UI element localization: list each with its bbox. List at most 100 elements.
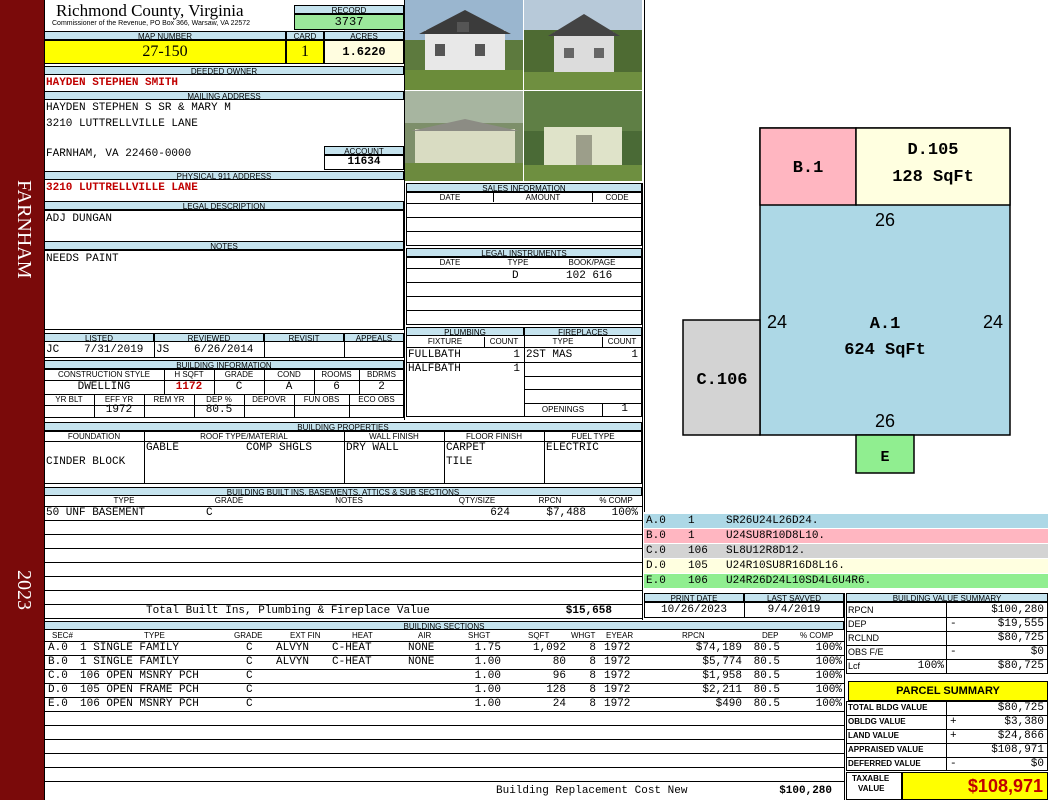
section-row-5-rpcn: $490 xyxy=(715,698,742,710)
acres-value: 1.6220 xyxy=(324,40,404,64)
vector-sec: A.0 xyxy=(646,515,666,527)
legal-description-label: LEGAL DESCRIPTION xyxy=(44,201,404,210)
listed-label: LISTED xyxy=(44,333,154,342)
bv-obs-sign: - xyxy=(950,646,957,658)
openings-value: 1 xyxy=(621,403,628,415)
section-row-2-type: 1 SINGLE FAMILY xyxy=(80,656,180,668)
card-number: 1 xyxy=(286,40,324,64)
section-row-4-rpcn: $2,211 xyxy=(702,684,742,696)
section-row-4-sqft: 128 xyxy=(546,684,566,696)
sketch-c-label: C.106 xyxy=(696,371,747,390)
builtins-col-qty: QTY/SIZE xyxy=(458,496,496,505)
listed-by: JC xyxy=(46,344,60,356)
plumbing-title: PLUMBING xyxy=(406,327,524,336)
bv-rpcn-label: RPCN xyxy=(848,605,874,615)
section-row-1-eyear: 1972 xyxy=(604,642,631,654)
listed-date: 7/31/2019 xyxy=(84,344,144,356)
bv-dep-label: DEP xyxy=(848,619,867,629)
sketch-dim-right: 24 xyxy=(983,312,1003,332)
sections-col-air: AIR xyxy=(418,631,432,640)
section-row-3-whgt: 8 xyxy=(589,670,596,682)
plumb-row-1-fixture: FULLBATH xyxy=(408,349,461,361)
sections-col-grade: GRADE xyxy=(234,631,263,640)
physical-address-label: PHYSICAL 911 ADDRESS xyxy=(44,171,404,180)
builtins-title: BUILDING BUILT INS, BASEMENTS, ATTICS & … xyxy=(44,487,642,496)
vector-row: A.0 1 SR26U24L26D24. xyxy=(644,514,1048,529)
sketch-d-area: 128 SqFt xyxy=(892,168,974,187)
replacement-value: $100,280 xyxy=(779,785,832,797)
plumb-row-2-count: 1 xyxy=(513,363,520,375)
vector-sec: C.0 xyxy=(646,545,666,557)
bv-rclnd: $80,725 xyxy=(997,632,1044,644)
reviewed-date: 6/26/2014 xyxy=(194,344,254,356)
builtins-col-type: TYPE xyxy=(113,496,135,505)
house-photo-front xyxy=(405,0,523,90)
ps-deferred-sign: - xyxy=(950,758,957,770)
section-row-2-comp: 100% xyxy=(815,656,842,668)
section-row-3-grade: C xyxy=(246,670,253,682)
building-info-title: BUILDING INFORMATION xyxy=(44,360,404,369)
vector-code: 106 xyxy=(688,575,708,587)
reviewed-by: JS xyxy=(156,344,170,356)
notes-label: NOTES xyxy=(44,241,404,250)
bi-col-bdrms: BDRMS xyxy=(367,370,396,379)
section-row-3-rpcn: $1,958 xyxy=(702,670,742,682)
plumb-row-2-fixture: HALFBATH xyxy=(408,363,461,375)
bv-rpcn: $100,280 xyxy=(991,604,1044,616)
prop-fuel: ELECTRIC xyxy=(546,442,599,454)
vector-vec: U24R10SU8R16D8L16. xyxy=(726,560,845,572)
bi-col-yrblt: YR BLT xyxy=(55,395,83,404)
sections-col-comp: % COMP xyxy=(800,631,834,640)
builtins-col-notes: NOTES xyxy=(335,496,363,505)
commissioner-line: Commissioner of the Revenue, PO Box 366,… xyxy=(52,20,251,27)
li-row-book: 102 616 xyxy=(566,270,613,282)
sections-col-dep: DEP xyxy=(762,631,779,640)
prop-floor-2: TILE xyxy=(446,456,473,468)
revisit-label: REVISIT xyxy=(264,333,344,342)
section-row-4-comp: 100% xyxy=(815,684,842,696)
fire-col-type: TYPE xyxy=(552,337,574,346)
sketch-dim-left: 24 xyxy=(767,312,787,332)
ps-obldg-sign: + xyxy=(950,716,957,728)
sketch-b-label: B.1 xyxy=(793,159,824,178)
record-value: 3737 xyxy=(294,14,404,30)
sections-col-shgt: SHGT xyxy=(468,631,491,640)
section-row-1-type: 1 SINGLE FAMILY xyxy=(80,642,180,654)
builtins-total-label: Total Built Ins, Plumbing & Fireplace Va… xyxy=(146,605,430,617)
section-row-5-eyear: 1972 xyxy=(604,698,631,710)
print-date-label: PRINT DATE xyxy=(644,593,744,602)
vector-code: 1 xyxy=(688,515,695,527)
section-row-3-eyear: 1972 xyxy=(604,670,631,682)
fire-row-count: 1 xyxy=(631,349,638,361)
section-row-2-dep: 80.5 xyxy=(753,656,780,668)
legal-description: ADJ DUNGAN xyxy=(46,213,113,225)
section-d-shape xyxy=(855,127,1011,206)
section-row-4-eyear: 1972 xyxy=(604,684,631,696)
properties-title: BUILDING PROPERTIES xyxy=(44,422,642,431)
ps-land: $24,866 xyxy=(997,730,1044,742)
vector-row: B.0 1 U24SU8R10D8L10. xyxy=(644,529,1048,544)
section-row-5-whgt: 8 xyxy=(589,698,596,710)
bv-lcf-label: Lcf xyxy=(848,661,861,671)
bi-effyr: 1972 xyxy=(105,404,133,416)
li-col-type: TYPE xyxy=(507,258,529,267)
map-number-label: MAP NUMBER xyxy=(44,31,286,40)
li-col-book: BOOK/PAGE xyxy=(568,258,616,267)
vector-vec: SL8U12R8D12. xyxy=(726,545,806,557)
builtins-col-comp: % COMP xyxy=(599,496,633,505)
sections-col-whgt: WHGT xyxy=(571,631,596,640)
ps-land-label: LAND VALUE xyxy=(848,731,899,740)
sidebar-location: FARNHAM xyxy=(13,180,35,279)
taxable-label-2: VALUE xyxy=(858,784,885,793)
vector-code: 105 xyxy=(688,560,708,572)
prop-roof-type: GABLE xyxy=(146,442,180,454)
ps-appraised-label: APPRAISED VALUE xyxy=(848,745,924,754)
vector-row: D.0 105 U24R10SU8R16D8L16. xyxy=(644,559,1048,574)
account-label: ACCOUNT xyxy=(324,146,404,155)
section-row-5-grade: C xyxy=(246,698,253,710)
card-label: CARD xyxy=(286,31,324,40)
account-number: 11634 xyxy=(324,155,404,170)
sketch-e-label: E xyxy=(880,449,889,466)
vector-vec: SR26U24L26D24. xyxy=(726,515,819,527)
deeded-owner: HAYDEN STEPHEN SMITH xyxy=(46,77,179,89)
